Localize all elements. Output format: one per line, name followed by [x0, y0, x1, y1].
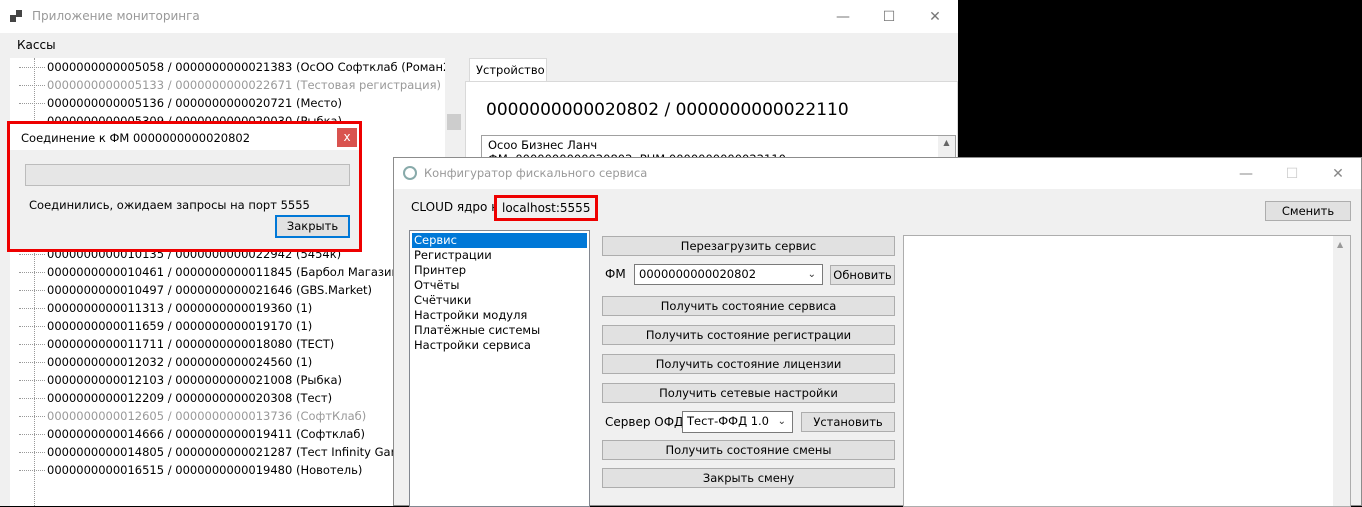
connection-progress [25, 164, 350, 186]
nav-item[interactable]: Настройки сервиса [412, 338, 587, 353]
change-button[interactable]: Сменить [1265, 201, 1351, 221]
configurator-window: Конфигуратор фискального сервиса — ☐ ✕ C… [393, 157, 1362, 507]
nav-item[interactable]: Сервис [412, 233, 587, 248]
tree-item[interactable]: 0000000000011659 / 0000000000019170 (1) [10, 317, 312, 335]
close-shift-button[interactable]: Закрыть смену [602, 468, 895, 488]
tree-item-label: 0000000000010461 / 0000000000011845 (Бар… [47, 265, 404, 279]
app-icon [10, 10, 22, 22]
tree-item-label: 0000000000012209 / 0000000000020308 (Тес… [47, 391, 333, 405]
device-org: Осоо Бизнес Ланч [488, 138, 598, 152]
tree-item[interactable]: 0000000000011313 / 0000000000019360 (1) [10, 299, 312, 317]
tree-item-label: 0000000000014666 / 0000000000019411 (Соф… [47, 427, 365, 441]
tree-item-label: 0000000000005133 / 0000000000022671 (Тес… [47, 78, 441, 92]
section-list[interactable]: Сервис Регистрации Принтер Отчёты Счётчики На… [409, 230, 590, 507]
close-icon[interactable]: ✕ [1315, 158, 1361, 189]
scroll-up-icon[interactable]: ▲ [1337, 240, 1343, 249]
tree-item-label: 0000000000011711 / 0000000000018080 (ТЕС… [47, 337, 335, 351]
dialog-close-icon[interactable]: x [337, 128, 357, 147]
tree-item-label: 0000000000005136 / 0000000000020721 (Мес… [47, 96, 343, 110]
fm-select[interactable]: 0000000000020802 ⌄ [634, 264, 823, 285]
tree-item[interactable]: 0000000000016515 / 0000000000019480 (Нов… [10, 461, 362, 479]
menubar: Кассы [0, 33, 958, 58]
tree-item[interactable]: 0000000000012032 / 0000000000024560 (1) [10, 353, 312, 371]
connection-dialog: Соединение к ФМ 0000000000020802 x Соеди… [7, 121, 362, 252]
install-button[interactable]: Установить [801, 412, 895, 432]
tree-item[interactable]: 0000000000011711 / 0000000000018080 (ТЕС… [10, 335, 334, 353]
cloud-address: localhost:5555 [494, 195, 599, 221]
nav-item[interactable]: Платёжные системы [412, 323, 587, 338]
device-title: 0000000000020802 / 0000000000022110 [486, 100, 849, 120]
tree-item[interactable]: 0000000000005133 / 0000000000022671 (Тес… [10, 76, 441, 94]
maximize-icon[interactable]: ☐ [1269, 158, 1315, 189]
nav-item[interactable]: Отчёты [412, 278, 587, 293]
menu-kassy[interactable]: Кассы [17, 38, 56, 52]
tree-item[interactable]: 0000000000010497 / 0000000000021646 (GBS… [10, 281, 372, 299]
fm-label: ФМ [605, 267, 626, 281]
refresh-button[interactable]: Обновить [830, 265, 895, 285]
scroll-thumb[interactable] [447, 114, 461, 130]
fm-select-value: 0000000000020802 [639, 267, 757, 281]
tree-item[interactable]: 0000000000012209 / 0000000000020308 (Тес… [10, 389, 332, 407]
output-area[interactable]: ▲ [903, 235, 1351, 507]
ofd-select-value: Тест-ФФД 1.0 [687, 414, 769, 428]
ofd-select[interactable]: Тест-ФФД 1.0 ⌄ [682, 411, 793, 433]
gear-icon [403, 166, 417, 180]
tree-item-label: 0000000000012103 / 0000000000021008 (Рыб… [47, 373, 343, 387]
get-registration-state-button[interactable]: Получить состояние регистрации [602, 325, 895, 345]
tree-item-label: 0000000000014805 / 0000000000021287 (Тес… [47, 445, 414, 459]
tree-item[interactable]: 0000000000010461 / 0000000000011845 (Бар… [10, 263, 403, 281]
tree-item[interactable]: 0000000000014666 / 0000000000019411 (Соф… [10, 425, 365, 443]
configurator-title: Конфигуратор фискального сервиса [424, 166, 648, 180]
connection-dialog-title: Соединение к ФМ 0000000000020802 [10, 124, 359, 150]
nav-item[interactable]: Настройки модуля [412, 308, 587, 323]
tree-item[interactable]: 0000000000012103 / 0000000000021008 (Рыб… [10, 371, 342, 389]
tree-item[interactable]: 0000000000005058 / 0000000000021383 (ОсО… [10, 58, 459, 76]
connection-message: Соединились, ожидаем запросы на порт 555… [29, 198, 310, 212]
tree-item[interactable]: 0000000000012605 / 0000000000013736 (Соф… [10, 407, 366, 425]
chevron-down-icon: ⌄ [807, 269, 816, 280]
main-window-title: Приложение мониторинга [32, 9, 200, 23]
restart-service-button[interactable]: Перезагрузить сервис [602, 236, 895, 256]
configurator-titlebar: Конфигуратор фискального сервиса — ☐ ✕ [394, 158, 1361, 189]
tree-item-label: 0000000000011659 / 0000000000019170 (1) [47, 319, 313, 333]
tab-device[interactable]: Устройство [469, 58, 547, 82]
tree-item-label: 0000000000011313 / 0000000000019360 (1) [47, 301, 313, 315]
nav-item[interactable]: Принтер [412, 263, 587, 278]
nav-item[interactable]: Регистрации [412, 248, 587, 263]
tree-item-label: 0000000000016515 / 0000000000019480 (Нов… [47, 463, 363, 477]
get-shift-state-button[interactable]: Получить состояние смены [602, 440, 895, 460]
get-service-state-button[interactable]: Получить состояние сервиса [602, 296, 895, 316]
tree-item[interactable]: 0000000000014805 / 0000000000021287 (Тес… [10, 443, 413, 461]
tree-item-label: 0000000000012032 / 0000000000024560 (1) [47, 355, 313, 369]
maximize-icon[interactable]: ☐ [866, 0, 912, 33]
nav-item[interactable]: Счётчики [412, 293, 587, 308]
tree-item[interactable]: 0000000000005136 / 0000000000020721 (Мес… [10, 94, 342, 112]
get-license-state-button[interactable]: Получить состояние лицензии [602, 354, 895, 374]
get-network-settings-button[interactable]: Получить сетевые настройки [602, 383, 895, 403]
tree-item-label: 0000000000012605 / 0000000000013736 (Соф… [47, 409, 367, 423]
output-scrollbar[interactable]: ▲ [1333, 236, 1350, 506]
close-button[interactable]: Закрыть [275, 215, 350, 238]
chevron-down-icon: ⌄ [777, 416, 786, 427]
close-icon[interactable]: ✕ [912, 0, 958, 33]
tree-item-label: 0000000000010497 / 0000000000021646 (GBS… [47, 283, 373, 297]
tree-item-label: 0000000000005058 / 0000000000021383 (ОсО… [47, 60, 460, 74]
minimize-icon[interactable]: — [820, 0, 866, 33]
main-titlebar: Приложение мониторинга — ☐ ✕ [0, 0, 958, 33]
cloud-label: CLOUD ядро на [411, 200, 507, 214]
ofd-label: Сервер ОФД [605, 415, 684, 429]
minimize-icon[interactable]: — [1223, 158, 1269, 189]
